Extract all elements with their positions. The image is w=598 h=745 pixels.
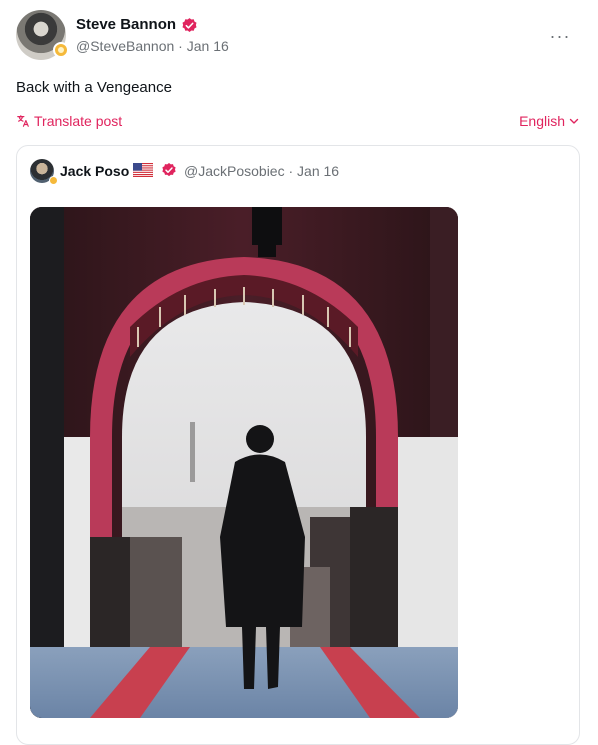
quoted-author-name[interactable]: Jack Poso (60, 162, 129, 180)
translate-post-link[interactable]: Translate post (16, 112, 122, 130)
separator-dot: · (178, 38, 183, 54)
author-handle-line: @SteveBannon · Jan 16 (76, 37, 229, 55)
post-card: Steve Bannon @SteveBannon · Jan 16 ··· B… (0, 0, 598, 745)
language-selector[interactable]: English (519, 112, 579, 130)
translate-label: Translate post (34, 113, 123, 129)
post-date[interactable]: Jan 16 (187, 38, 229, 54)
photo-illustration (30, 207, 458, 718)
quoted-affiliate-badge-icon (49, 176, 58, 185)
quoted-verified-badge-icon (162, 163, 176, 177)
quoted-post[interactable]: Jack Poso @JackPosobiec · Jan 16 (16, 145, 580, 745)
author-handle[interactable]: @SteveBannon (76, 38, 174, 54)
quoted-post-date[interactable]: Jan 16 (297, 163, 339, 179)
quoted-handle-line: @JackPosobiec · Jan 16 (184, 162, 339, 180)
more-options-button[interactable]: ··· (546, 26, 574, 46)
language-label: English (519, 113, 565, 129)
verified-badge-icon (182, 18, 197, 32)
chevron-down-icon (569, 118, 579, 124)
author-name[interactable]: Steve Bannon (76, 16, 176, 34)
affiliate-badge-icon (53, 42, 69, 58)
post-text: Back with a Vengeance (16, 79, 172, 96)
quoted-author-handle[interactable]: @JackPosobiec (184, 163, 285, 179)
quoted-post-photo[interactable] (30, 207, 458, 718)
quoted-separator-dot: · (288, 163, 294, 179)
translate-icon (17, 115, 29, 127)
us-flag-icon (133, 163, 153, 177)
